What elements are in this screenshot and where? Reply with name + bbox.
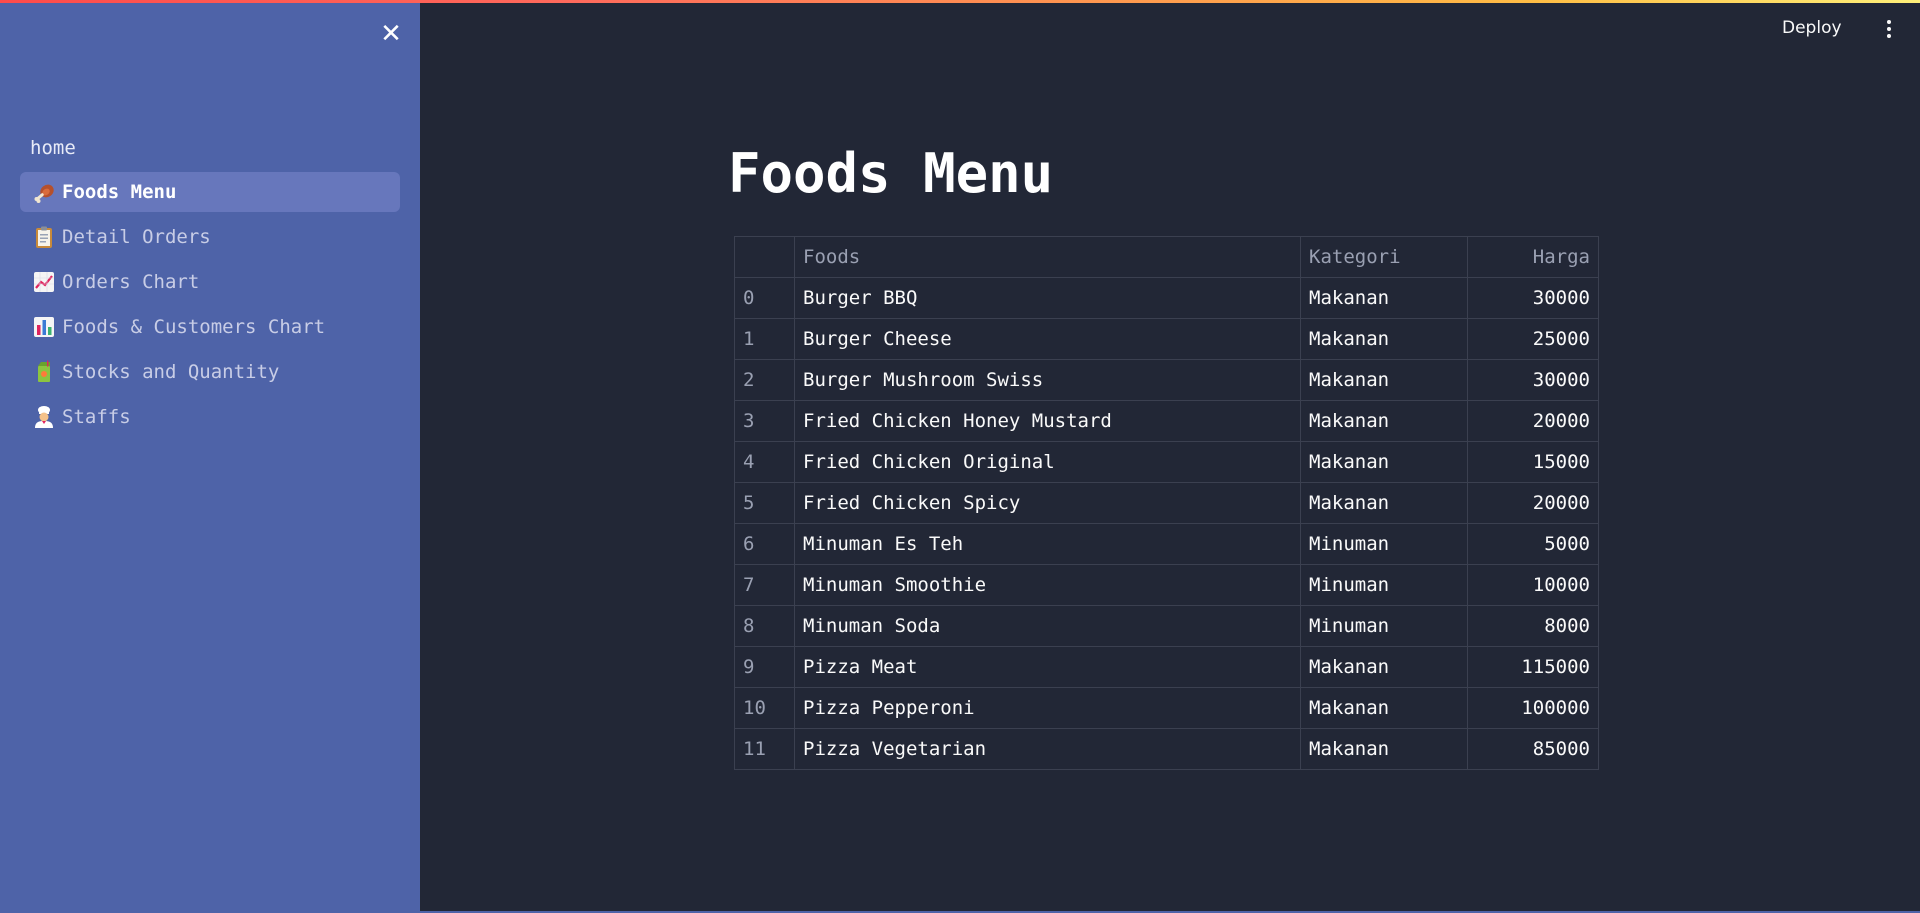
cell-kategori: Makanan xyxy=(1300,646,1468,688)
sidebar-nav: home Foods Menu Detail Orders Orders Cha… xyxy=(20,129,400,437)
table-row: 2 Burger Mushroom Swiss Makanan 30000 xyxy=(734,359,1599,401)
cell-index: 9 xyxy=(734,646,795,688)
cell-kategori: Makanan xyxy=(1300,359,1468,401)
cell-foods: Pizza Meat xyxy=(794,646,1301,688)
deploy-button[interactable]: Deploy xyxy=(1782,18,1842,38)
sidebar-item-label: Orders Chart xyxy=(62,271,200,293)
cell-kategori: Makanan xyxy=(1300,318,1468,360)
sidebar-item-stocks-quantity[interactable]: Stocks and Quantity xyxy=(20,352,400,392)
cell-foods: Pizza Vegetarian xyxy=(794,728,1301,770)
cell-kategori: Makanan xyxy=(1300,400,1468,442)
cell-kategori: Minuman xyxy=(1300,564,1468,606)
cell-foods: Pizza Pepperoni xyxy=(794,687,1301,729)
cell-index: 0 xyxy=(734,277,795,319)
table-row: 9 Pizza Meat Makanan 115000 xyxy=(734,646,1599,688)
cell-index: 3 xyxy=(734,400,795,442)
chart-increasing-icon xyxy=(32,270,56,294)
cell-harga: 10000 xyxy=(1467,564,1599,606)
sidebar-item-label: Foods Menu xyxy=(62,181,177,203)
cell-index: 10 xyxy=(734,687,795,729)
cell-kategori: Minuman xyxy=(1300,605,1468,647)
sidebar-item-label: Staffs xyxy=(62,406,131,428)
clipboard-icon xyxy=(32,225,56,249)
cell-index: 8 xyxy=(734,605,795,647)
sidebar-item-foods-customers-chart[interactable]: Foods & Customers Chart xyxy=(20,307,400,347)
cell-index: 1 xyxy=(734,318,795,360)
cell-foods: Minuman Smoothie xyxy=(794,564,1301,606)
cell-foods: Fried Chicken Original xyxy=(794,441,1301,483)
cell-index: 4 xyxy=(734,441,795,483)
cell-harga: 30000 xyxy=(1467,277,1599,319)
table-header-row: Foods Kategori Harga xyxy=(734,236,1599,278)
bar-chart-icon xyxy=(32,315,56,339)
cell-harga: 85000 xyxy=(1467,728,1599,770)
cell-foods: Burger BBQ xyxy=(794,277,1301,319)
cell-kategori: Minuman xyxy=(1300,523,1468,565)
table-row: 5 Fried Chicken Spicy Makanan 20000 xyxy=(734,482,1599,524)
cell-harga: 100000 xyxy=(1467,687,1599,729)
sidebar-item-label: Stocks and Quantity xyxy=(62,361,280,383)
table-row: 7 Minuman Smoothie Minuman 10000 xyxy=(734,564,1599,606)
table-row: 1 Burger Cheese Makanan 25000 xyxy=(734,318,1599,360)
foods-menu-table: Foods Kategori Harga 0 Burger BBQ Makana… xyxy=(734,236,1599,770)
column-header-index[interactable] xyxy=(734,236,795,278)
cell-foods: Fried Chicken Honey Mustard xyxy=(794,400,1301,442)
cell-harga: 20000 xyxy=(1467,400,1599,442)
cell-kategori: Makanan xyxy=(1300,441,1468,483)
cell-harga: 30000 xyxy=(1467,359,1599,401)
table-row: 0 Burger BBQ Makanan 30000 xyxy=(734,277,1599,319)
cell-harga: 20000 xyxy=(1467,482,1599,524)
sidebar-item-detail-orders[interactable]: Detail Orders xyxy=(20,217,400,257)
cell-index: 11 xyxy=(734,728,795,770)
table-row: 4 Fried Chicken Original Makanan 15000 xyxy=(734,441,1599,483)
table-row: 11 Pizza Vegetarian Makanan 85000 xyxy=(734,728,1599,770)
juice-box-icon xyxy=(32,360,56,384)
sidebar: ✕ home Foods Menu Detail Orders Orders C… xyxy=(0,3,420,911)
cell-foods: Burger Cheese xyxy=(794,318,1301,360)
table-row: 6 Minuman Es Teh Minuman 5000 xyxy=(734,523,1599,565)
cell-harga: 25000 xyxy=(1467,318,1599,360)
cell-foods: Burger Mushroom Swiss xyxy=(794,359,1301,401)
kebab-menu-icon[interactable] xyxy=(1884,20,1894,40)
sidebar-item-foods-menu[interactable]: Foods Menu xyxy=(20,172,400,212)
cell-kategori: Makanan xyxy=(1300,687,1468,729)
sidebar-item-label: Detail Orders xyxy=(62,226,211,248)
cell-kategori: Makanan xyxy=(1300,482,1468,524)
cell-kategori: Makanan xyxy=(1300,277,1468,319)
table-row: 10 Pizza Pepperoni Makanan 100000 xyxy=(734,687,1599,729)
cell-kategori: Makanan xyxy=(1300,728,1468,770)
page-title: Foods Menu xyxy=(728,142,1054,205)
cell-harga: 15000 xyxy=(1467,441,1599,483)
sidebar-home-label[interactable]: home xyxy=(20,129,400,167)
sidebar-item-orders-chart[interactable]: Orders Chart xyxy=(20,262,400,302)
cell-harga: 8000 xyxy=(1467,605,1599,647)
sidebar-item-staffs[interactable]: Staffs xyxy=(20,397,400,437)
cell-index: 7 xyxy=(734,564,795,606)
column-header-kategori[interactable]: Kategori xyxy=(1300,236,1468,278)
cell-foods: Minuman Es Teh xyxy=(794,523,1301,565)
sidebar-item-label: Foods & Customers Chart xyxy=(62,316,326,338)
cook-icon xyxy=(32,405,56,429)
close-icon[interactable]: ✕ xyxy=(380,21,402,47)
cell-harga: 5000 xyxy=(1467,523,1599,565)
cell-foods: Minuman Soda xyxy=(794,605,1301,647)
cell-index: 6 xyxy=(734,523,795,565)
column-header-harga[interactable]: Harga xyxy=(1467,236,1599,278)
column-header-foods[interactable]: Foods xyxy=(794,236,1301,278)
cell-foods: Fried Chicken Spicy xyxy=(794,482,1301,524)
meat-on-bone-icon xyxy=(32,180,56,204)
table-row: 8 Minuman Soda Minuman 8000 xyxy=(734,605,1599,647)
table-row: 3 Fried Chicken Honey Mustard Makanan 20… xyxy=(734,400,1599,442)
cell-harga: 115000 xyxy=(1467,646,1599,688)
cell-index: 2 xyxy=(734,359,795,401)
cell-index: 5 xyxy=(734,482,795,524)
